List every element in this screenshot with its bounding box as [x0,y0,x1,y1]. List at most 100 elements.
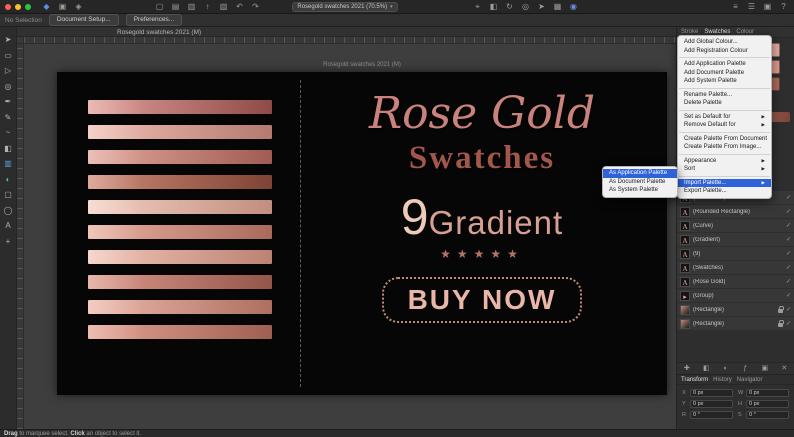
menu-item-import-palette[interactable]: Import Palette... ▶ [678,178,771,187]
transform-tab-history[interactable]: History [713,377,732,383]
transform-field-input[interactable]: 0 px [746,389,789,397]
redo-icon[interactable]: ↷ [250,0,261,13]
menu-item-add-registration-colour[interactable]: Add Registration Colour [678,47,771,56]
swatches-panel-menu: Add Global Colour... Add Registration Col… [677,35,772,199]
separator-toggle-icon[interactable]: ≡ [730,0,741,13]
node-tool-icon[interactable]: ▷ [2,65,15,76]
menu-item-label: Create Palette From Document [684,135,768,142]
zoom-window-button[interactable] [25,3,31,10]
transform-field-label: R [682,412,686,418]
menu-item-remove-default-for[interactable]: Remove Default for ▶ [678,121,771,130]
layer-visibility-check[interactable]: ✓ [786,194,791,201]
transparency-tool-icon[interactable]: ◐ [2,174,15,185]
zoom-icon[interactable]: ◎ [520,0,531,13]
document-tab[interactable]: Rosegold swatches 2021 (M) [117,29,201,36]
hamburger-menu-icon[interactable]: ☰ [746,0,757,13]
ellipse-tool-icon[interactable]: ◯ [2,205,15,216]
menu-item-export-palette[interactable]: Export Palette... [678,187,771,196]
group-layers-icon[interactable]: ▣ [759,363,770,375]
transform-origin-icon[interactable]: ◧ [488,0,499,13]
adjustment-layer-icon[interactable]: ◐ [720,363,731,375]
document-title-dropdown[interactable]: Rosegold swatches 2021 (70.5%) ▾ [292,2,398,12]
colour-picker-tool-icon[interactable]: + [2,236,15,247]
menu-item-add-global-colour[interactable]: Add Global Colour... [678,38,771,47]
minimize-window-button[interactable] [15,3,21,10]
transform-field-input[interactable]: 0 px [690,400,733,408]
gradient-tool-icon[interactable]: ▥ [2,158,15,169]
open-document-icon[interactable]: ▤ [170,0,181,13]
layer-visibility-check[interactable]: ✓ [786,278,791,285]
preferences-button[interactable]: Preferences... [125,14,183,26]
text-tool-icon[interactable]: A [2,220,15,231]
document-setup-button[interactable]: Document Setup... [48,14,119,26]
persona-export-icon[interactable]: ◈ [73,0,84,13]
pointer-icon[interactable]: ➤ [536,0,547,13]
submenu-item-as-document-palette[interactable]: As Document Palette [603,178,677,187]
move-tool-icon[interactable]: ➤ [2,34,15,45]
save-document-icon[interactable]: ▥ [186,0,197,13]
export-icon[interactable]: ↑ [202,0,213,13]
layer-row[interactable]: A (Rounded Rectangle) ✓ [677,205,794,218]
layer-row[interactable]: A (Rose Gold) ✓ [677,275,794,288]
menu-item-add-system-palette[interactable]: Add System Palette [678,77,771,86]
pen-tool-icon[interactable]: ✒ [2,96,15,107]
menu-item-add-application-palette[interactable]: Add Application Palette [678,60,771,69]
transform-field-input[interactable]: 0 ° [746,411,789,419]
layer-row[interactable]: A (Curve) ✓ [677,219,794,232]
place-image-icon[interactable]: ▧ [218,0,229,13]
menu-item-set-as-default-for[interactable]: Set as Default for ▶ [678,113,771,122]
transform-field-input[interactable]: 0 px [746,400,789,408]
rotate-icon[interactable]: ↻ [504,0,515,13]
layer-row[interactable]: (Rectangle) ✓ [677,317,794,330]
layer-visibility-check[interactable]: ✓ [786,250,791,257]
transform-field-input[interactable]: 0 ° [690,411,733,419]
menu-item-add-document-palette[interactable]: Add Document Palette [678,69,771,78]
layer-visibility-check[interactable]: ✓ [786,292,791,299]
transform-field-input[interactable]: 0 px [690,389,733,397]
snapping-icon[interactable]: ⌖ [472,0,483,13]
layer-visibility-check[interactable]: ✓ [786,264,791,271]
close-window-button[interactable] [5,3,11,10]
vertical-ruler [17,44,24,429]
transform-tab-navigator[interactable]: Navigator [737,377,763,383]
add-layer-icon[interactable]: ✚ [681,363,692,375]
layer-visibility-check[interactable]: ✓ [786,320,791,327]
mask-layer-icon[interactable]: ◧ [701,363,712,375]
layer-visibility-check[interactable]: ✓ [786,306,791,313]
persona-designer-icon[interactable]: ◆ [41,0,52,13]
menu-item-sort[interactable]: Sort ▶ [678,165,771,174]
submenu-arrow-icon: ▶ [761,166,765,172]
submenu-item-as-application-palette[interactable]: As Application Palette [603,169,677,178]
menu-item-appearance[interactable]: Appearance ▶ [678,157,771,166]
menu-item-create-palette-from-image[interactable]: Create Palette From Image... [678,143,771,152]
menu-item-rename-palette[interactable]: Rename Palette... [678,91,771,100]
artboard-tool-icon[interactable]: ▭ [2,50,15,61]
layer-row[interactable]: ▸ (Group) ✓ [677,289,794,302]
status-hint: Drag to marquee select. Click an object … [4,431,141,437]
delete-layer-icon[interactable]: ✕ [779,363,790,375]
brush-tool-icon[interactable]: ~ [2,127,15,138]
layer-visibility-check[interactable]: ✓ [786,208,791,215]
undo-icon[interactable]: ↶ [234,0,245,13]
rectangle-tool-icon[interactable]: ▢ [2,189,15,200]
transform-tab-transform[interactable]: Transform [681,377,708,383]
zoom-tool-icon[interactable]: ◎ [2,81,15,92]
layer-row[interactable]: (Rectangle) ✓ [677,303,794,316]
fill-tool-icon[interactable]: ◧ [2,143,15,154]
pencil-tool-icon[interactable]: ✎ [2,112,15,123]
menu-item-delete-palette[interactable]: Delete Palette [678,99,771,108]
help-icon[interactable]: ? [778,0,789,13]
submenu-item-as-system-palette[interactable]: As System Palette [603,186,677,195]
panel-toggle-icon[interactable]: ▣ [762,0,773,13]
layer-effects-icon[interactable]: ƒ [740,363,751,375]
new-document-icon[interactable]: ▢ [154,0,165,13]
colour-sync-icon[interactable]: ◉ [568,0,579,13]
persona-pixel-icon[interactable]: ▣ [57,0,68,13]
layer-visibility-check[interactable]: ✓ [786,222,791,229]
grid-icon[interactable]: ▦ [552,0,563,13]
menu-item-create-palette-from-document[interactable]: Create Palette From Document [678,135,771,144]
layer-visibility-check[interactable]: ✓ [786,236,791,243]
layer-row[interactable]: A (Swatches) ✓ [677,261,794,274]
layer-row[interactable]: A (9) ✓ [677,247,794,260]
layer-row[interactable]: A (Gradient) ✓ [677,233,794,246]
